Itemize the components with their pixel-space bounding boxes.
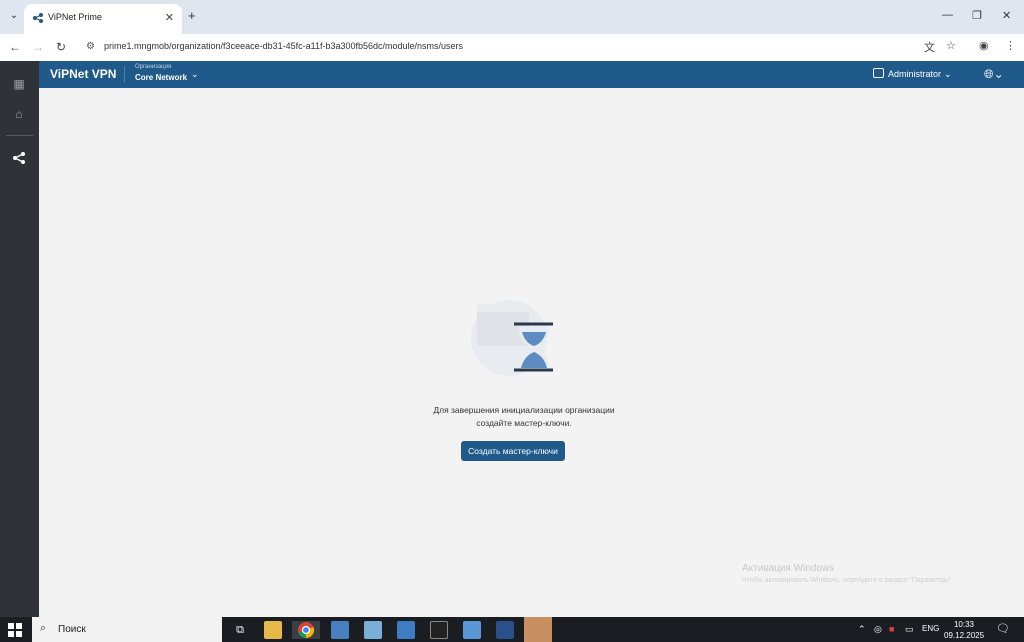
header-divider [124,66,125,83]
search-icon: ⌕ [40,622,47,634]
app-icon-2[interactable] [364,621,382,639]
chrome-app-slot[interactable] [292,621,320,639]
main-content: Для завершения инициализации организации… [39,88,1024,617]
user-menu[interactable]: Administrator [888,69,941,79]
share-nodes-icon [13,152,25,164]
init-message-line1: Для завершения инициализации организации [433,405,615,415]
vipnet-favicon-icon [33,13,43,23]
init-message-line2: создайте мастер-ключи. [476,418,572,428]
forward-icon[interactable]: → [32,40,44,54]
window-close-icon[interactable]: ✕ [1002,9,1011,22]
profile-icon[interactable]: ◉ [979,39,989,52]
translate-icon[interactable]: 文 [924,39,935,55]
org-chevron-down-icon[interactable]: ⌄ [191,69,199,80]
clock-time: 10:33 [953,620,975,629]
task-view-icon[interactable]: ⧉ [231,621,249,639]
tab-close-icon[interactable]: ✕ [165,11,174,24]
browser-toolbar: ← → ↻ ⚙ prime1.mngmob/organization/f3cee… [0,34,1024,61]
bookmark-star-icon[interactable]: ☆ [946,39,956,52]
tab-title: ViPNet Prime [48,12,102,22]
language-indicator[interactable]: ENG [922,624,939,633]
chrome-icon [298,622,315,639]
tab-search-dropdown-icon[interactable]: ⌄ [6,8,22,24]
taskbar-clock[interactable]: 10:33 09.12.2025 [944,619,984,641]
search-placeholder: Поиск [58,624,86,635]
organization-icon[interactable]: ⌂ [11,106,27,122]
language-globe-icon[interactable]: 🌐︎⌄ [984,67,1004,82]
site-info-icon[interactable]: ⚙ [86,41,95,52]
sidebar-divider [6,135,33,136]
windows-start-icon[interactable] [8,623,22,637]
app-sidebar: ▦ ⌂ [0,61,39,617]
hourglass-illustration-icon [471,300,553,376]
file-explorer-icon[interactable] [264,621,282,639]
tray-app-icon[interactable]: ◎ [874,624,882,635]
clock-date: 09.12.2025 [944,631,985,640]
back-icon[interactable]: ← [9,40,21,54]
windows-activation-title: Активация Windows [742,563,835,574]
user-badge-icon [873,68,884,78]
reload-icon[interactable]: ↻ [56,40,66,54]
address-bar[interactable]: ⚙ prime1.mngmob/organization/f3ceeace-db… [80,38,960,57]
browser-tab-active[interactable]: ViPNet Prime ✕ [24,4,182,34]
windows-activation-text: Чтобы активировать Windows, перейдите в … [742,577,954,584]
tray-alert-icon[interactable]: ■ [889,624,894,634]
network-icon[interactable]: ▭ [905,624,914,635]
url-text: prime1.mngmob/organization/f3ceeace-db31… [104,41,464,51]
browser-tabstrip: ⌄ ViPNet Prime ✕ + — ❐ ✕ [0,0,1024,34]
app-header: ViPNet VPN Организация Core Network ⌄ Ad… [39,61,1024,88]
init-message: Для завершения инициализации организации… [374,404,674,430]
browser-menu-icon[interactable]: ⋮ [1005,39,1016,52]
minimize-icon[interactable]: — [942,9,953,21]
app-icon-3[interactable] [397,621,415,639]
app-icon-5[interactable] [524,617,552,642]
network-module-icon[interactable] [11,151,27,167]
notifications-icon[interactable]: 🗨︎ [996,622,1010,635]
user-chevron-down-icon[interactable]: ⌄ [944,69,952,80]
dashboard-icon[interactable]: ▦ [11,76,27,92]
app-brand[interactable]: ViPNet VPN [50,67,116,81]
taskbar-search[interactable]: ⌕ Поиск [32,617,222,642]
tray-chevron-up-icon[interactable]: ⌃ [858,624,866,635]
restore-icon[interactable]: ❐ [972,9,982,22]
org-label: Организация [135,64,172,70]
app-icon-4[interactable] [463,621,481,639]
create-master-keys-button[interactable]: Создать мастер-ключи [461,441,565,461]
powershell-icon[interactable] [496,621,514,639]
org-selector[interactable]: Core Network [135,73,187,82]
new-tab-button[interactable]: + [188,8,196,23]
windows-taskbar: ⌕ Поиск ⧉ ⌃ ◎ ■ ▭ ENG 10:33 09.12.2025 🗨… [0,617,1024,642]
terminal-icon[interactable] [430,621,448,639]
network-app-icon[interactable] [331,621,349,639]
